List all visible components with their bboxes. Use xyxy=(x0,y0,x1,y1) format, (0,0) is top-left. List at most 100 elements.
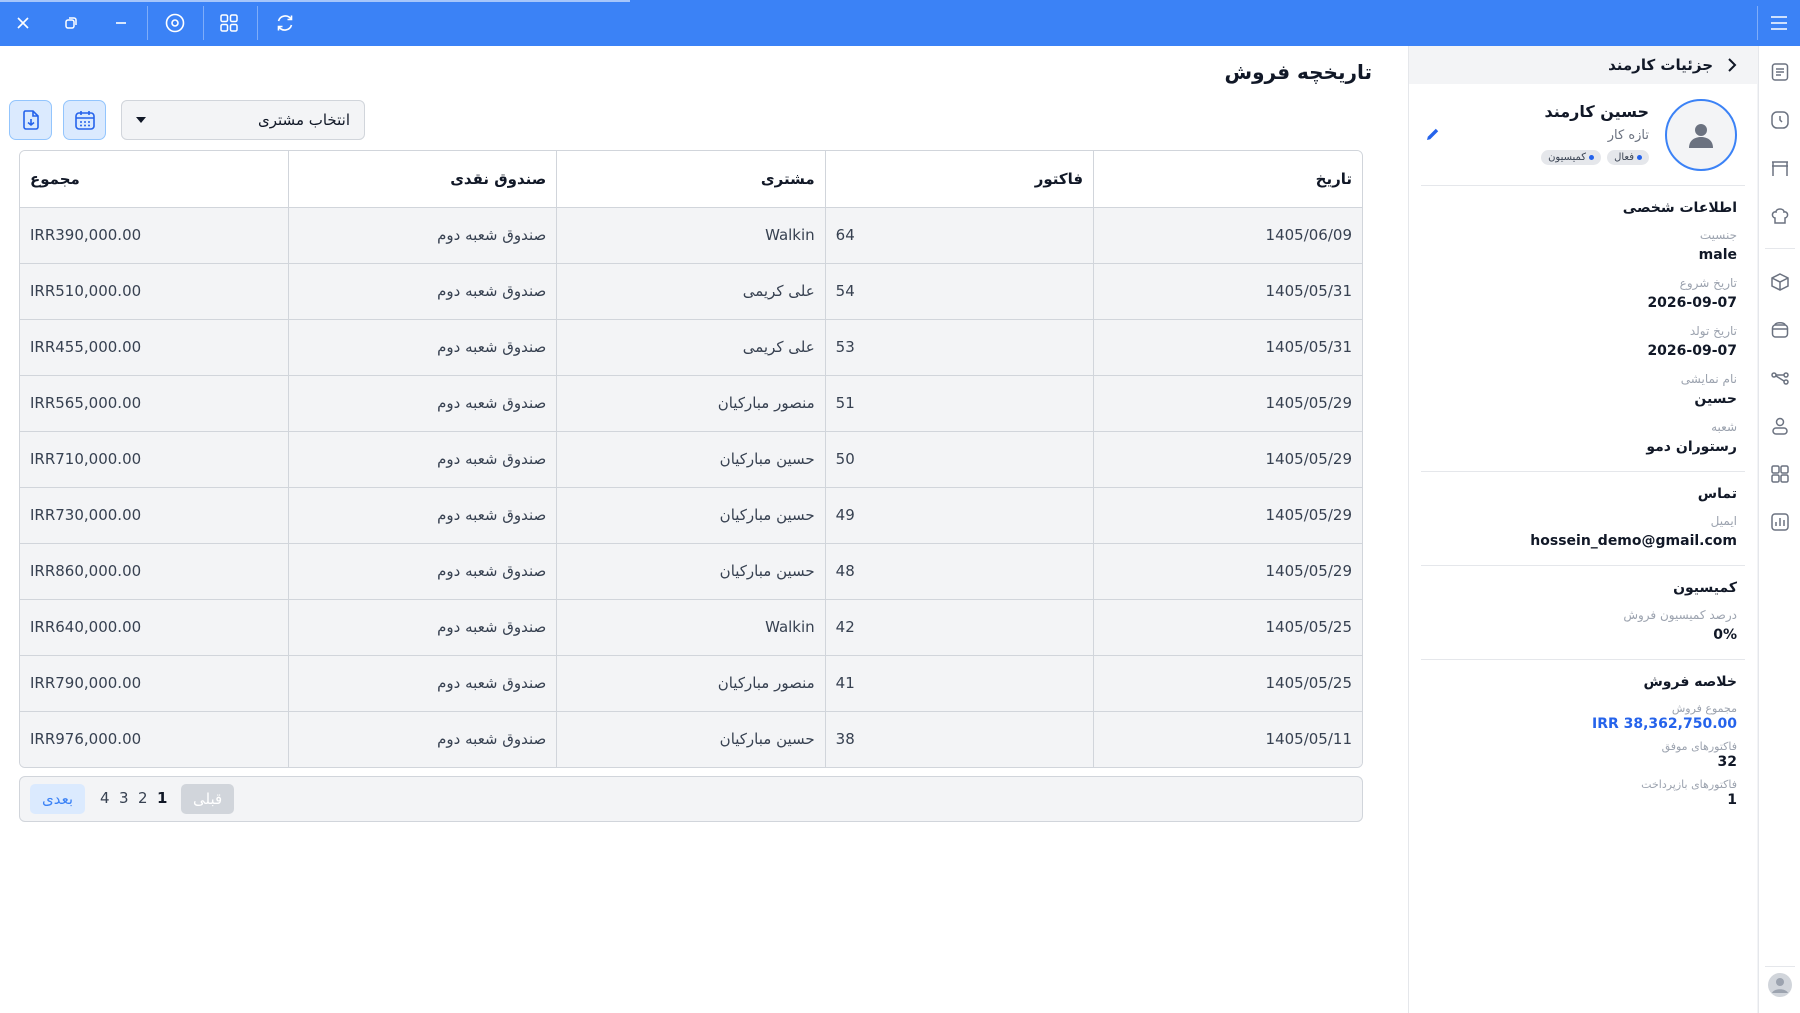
table-row[interactable]: IRR730,000.00 صندوق شعبه دوم حسین مبارکی… xyxy=(20,486,1362,544)
nav-kitchen[interactable] xyxy=(1766,202,1794,230)
basket-icon xyxy=(1771,322,1789,338)
table-row[interactable]: IRR565,000.00 صندوق شعبه دوم منصور مبارک… xyxy=(20,374,1362,432)
gender-field: جنسیت male xyxy=(1429,228,1737,263)
col-invoice[interactable]: فاکتور xyxy=(824,151,1095,208)
date-filter-button[interactable] xyxy=(63,100,106,140)
cell-invoice: 38 xyxy=(824,710,1095,767)
flow-icon xyxy=(1771,372,1789,385)
nav-reports[interactable] xyxy=(1766,508,1794,536)
col-total[interactable]: مجموع xyxy=(20,151,289,208)
field-value: 1 xyxy=(1727,792,1737,808)
commission-badge-label: کمیسیون xyxy=(1548,152,1587,163)
page-1-link[interactable]: 1 xyxy=(157,789,167,807)
avatar xyxy=(1665,99,1737,171)
clock-icon xyxy=(1771,111,1789,129)
page-4-link[interactable]: 4 xyxy=(100,789,110,807)
user-icon xyxy=(1772,417,1788,435)
col-customer[interactable]: مشتری xyxy=(556,151,826,208)
apps-button[interactable] xyxy=(206,0,252,46)
status-dot xyxy=(1637,155,1642,160)
cell-cashbox: صندوق شعبه دوم xyxy=(287,710,558,767)
cell-date: 1405/05/29 xyxy=(1093,374,1362,432)
refresh-button[interactable] xyxy=(262,0,308,46)
customer-select-value: انتخاب مشتری xyxy=(258,111,350,129)
nav-employees[interactable] xyxy=(1766,412,1794,440)
table-row[interactable]: IRR710,000.00 صندوق شعبه دوم حسین مبارکی… xyxy=(20,430,1362,488)
nav-history[interactable] xyxy=(1766,106,1794,134)
cell-customer: علی کریمی xyxy=(556,318,826,376)
customer-select[interactable]: انتخاب مشتری xyxy=(121,100,365,140)
field-value: IRR 38,362,750.00 xyxy=(1591,716,1737,732)
commission-rate-field: درصد کمیسیون فروش 0% xyxy=(1429,608,1737,643)
start-date-field: تاریخ شروع 2026-09-07 xyxy=(1429,276,1737,311)
profile-icon xyxy=(1768,973,1792,997)
cell-invoice: 42 xyxy=(824,598,1095,656)
person-icon xyxy=(1689,124,1713,148)
cell-invoice: 41 xyxy=(824,654,1095,712)
sales-history-view: تاریخچه فروش انتخاب مشتری مجموع صندوق نق… xyxy=(0,46,1408,1013)
cell-invoice: 51 xyxy=(824,374,1095,432)
nav-inventory[interactable] xyxy=(1766,316,1794,344)
field-value: 0% xyxy=(1713,627,1737,643)
prev-page-button[interactable]: قبلی xyxy=(181,784,235,814)
table-row[interactable]: IRR860,000.00 صندوق شعبه دوم حسین مبارکی… xyxy=(20,542,1362,600)
table-row[interactable]: IRR455,000.00 صندوق شعبه دوم علی کریمی 5… xyxy=(20,318,1362,376)
page-2-link[interactable]: 2 xyxy=(138,789,148,807)
rail-separator xyxy=(1765,966,1795,967)
cell-cashbox: صندوق شعبه دوم xyxy=(287,430,558,488)
display-name-field: نام نمایشی حسین xyxy=(1429,372,1737,407)
nav-store[interactable] xyxy=(1766,154,1794,182)
cell-total: IRR860,000.00 xyxy=(20,542,289,600)
refund-invoices-field: فاکتورهای بازپرداخت 1 xyxy=(1429,778,1737,808)
export-button[interactable] xyxy=(9,100,52,140)
field-value: رستوران دمو xyxy=(1646,439,1737,455)
field-label: تاریخ شروع xyxy=(1679,276,1737,290)
nav-modules[interactable] xyxy=(1766,460,1794,488)
app-nav-rail xyxy=(1758,46,1800,1013)
panel-header: جزئیات کارمند xyxy=(1409,46,1757,84)
cell-total: IRR710,000.00 xyxy=(20,430,289,488)
edit-employee-button[interactable] xyxy=(1423,124,1443,144)
nav-products[interactable] xyxy=(1766,268,1794,296)
table-header-row: مجموع صندوق نقدی مشتری فاکتور تاریخ xyxy=(20,151,1362,208)
col-date[interactable]: تاریخ xyxy=(1093,151,1362,208)
col-cashbox[interactable]: صندوق نقدی xyxy=(287,151,558,208)
cell-cashbox: صندوق شعبه دوم xyxy=(287,374,558,432)
field-value: 2026-09-07 xyxy=(1647,343,1737,359)
store-icon xyxy=(1772,161,1788,176)
restore-button[interactable] xyxy=(48,0,94,46)
nav-orders[interactable] xyxy=(1766,58,1794,86)
cell-total: IRR790,000.00 xyxy=(20,654,289,712)
close-icon xyxy=(17,17,29,29)
cell-cashbox: صندوق شعبه دوم xyxy=(287,318,558,376)
minimize-button[interactable] xyxy=(98,0,144,46)
menu-button[interactable] xyxy=(1756,0,1800,46)
settings-circle-icon xyxy=(165,13,185,33)
birth-date-field: تاریخ تولد 2026-09-07 xyxy=(1429,324,1737,359)
user-profile-button[interactable] xyxy=(1766,971,1794,999)
cell-cashbox: صندوق شعبه دوم xyxy=(287,262,558,320)
table-row[interactable]: IRR390,000.00 صندوق شعبه دوم Walkin 64 1… xyxy=(20,206,1362,264)
toolbar-separator xyxy=(257,6,258,40)
settings-button[interactable] xyxy=(152,0,198,46)
page-title: تاریخچه فروش xyxy=(1224,60,1372,84)
cell-customer: Walkin xyxy=(556,206,826,264)
nav-workflow[interactable] xyxy=(1766,364,1794,392)
cell-cashbox: صندوق شعبه دوم xyxy=(287,654,558,712)
title-bar-highlight xyxy=(0,0,630,2)
cell-invoice: 54 xyxy=(824,262,1095,320)
page-3-link[interactable]: 3 xyxy=(119,789,129,807)
cell-cashbox: صندوق شعبه دوم xyxy=(287,486,558,544)
cell-customer: علی کریمی xyxy=(556,262,826,320)
table-row[interactable]: IRR976,000.00 صندوق شعبه دوم حسین مبارکی… xyxy=(20,710,1362,767)
close-button[interactable] xyxy=(0,0,46,46)
back-button[interactable] xyxy=(1721,54,1743,76)
table-row[interactable]: IRR510,000.00 صندوق شعبه دوم علی کریمی 5… xyxy=(20,262,1362,320)
table-row[interactable]: IRR790,000.00 صندوق شعبه دوم منصور مبارک… xyxy=(20,654,1362,712)
successful-invoices-field: فاکتورهای موفق 32 xyxy=(1429,740,1737,770)
next-page-button[interactable]: بعدی xyxy=(30,784,86,814)
cell-cashbox: صندوق شعبه دوم xyxy=(287,542,558,600)
employee-role: تازه کار xyxy=(1607,128,1649,143)
cell-date: 1405/05/11 xyxy=(1093,710,1362,767)
table-row[interactable]: IRR640,000.00 صندوق شعبه دوم Walkin 42 1… xyxy=(20,598,1362,656)
